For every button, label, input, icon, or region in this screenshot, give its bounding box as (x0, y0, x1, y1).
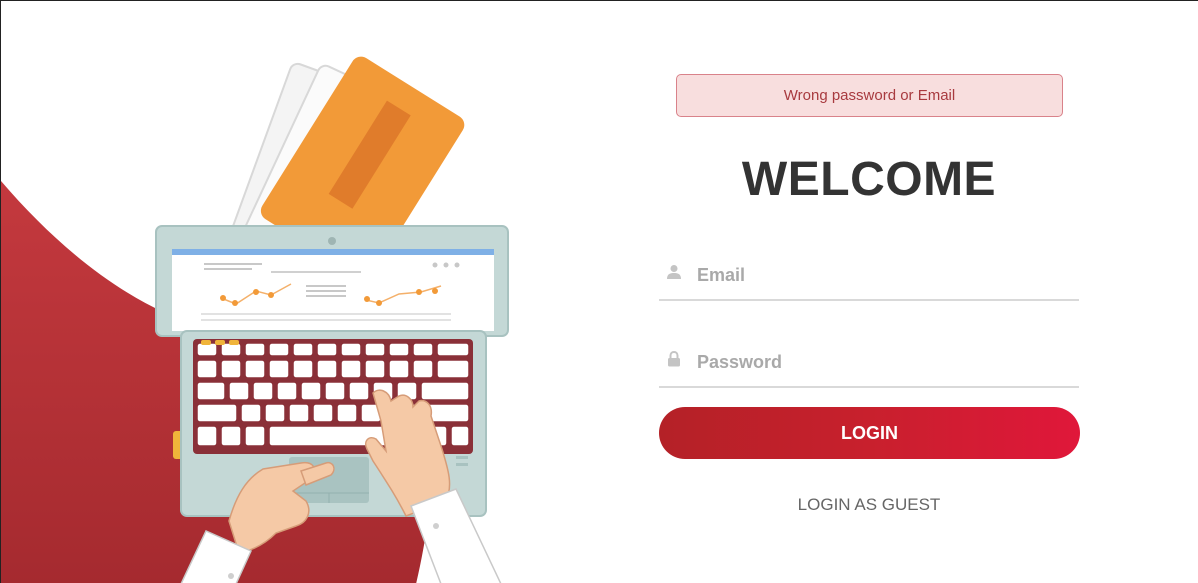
login-as-guest-link[interactable]: LOGIN AS GUEST (659, 495, 1079, 515)
lock-icon (668, 351, 680, 367)
email-field-container (659, 253, 1079, 301)
error-alert-message: Wrong password or Email (783, 87, 956, 104)
password-field-container (659, 340, 1079, 388)
login-button[interactable]: LOGIN (659, 407, 1080, 459)
email-input[interactable] (697, 257, 1067, 293)
user-icon (667, 265, 681, 279)
error-alert: Wrong password or Email (676, 74, 1063, 117)
password-input[interactable] (697, 344, 1067, 380)
login-page: Wrong password or Email WELCOME LOGIN LO… (0, 0, 1198, 583)
page-title: WELCOME (741, 153, 997, 206)
laptop-illustration (1, 1, 601, 583)
